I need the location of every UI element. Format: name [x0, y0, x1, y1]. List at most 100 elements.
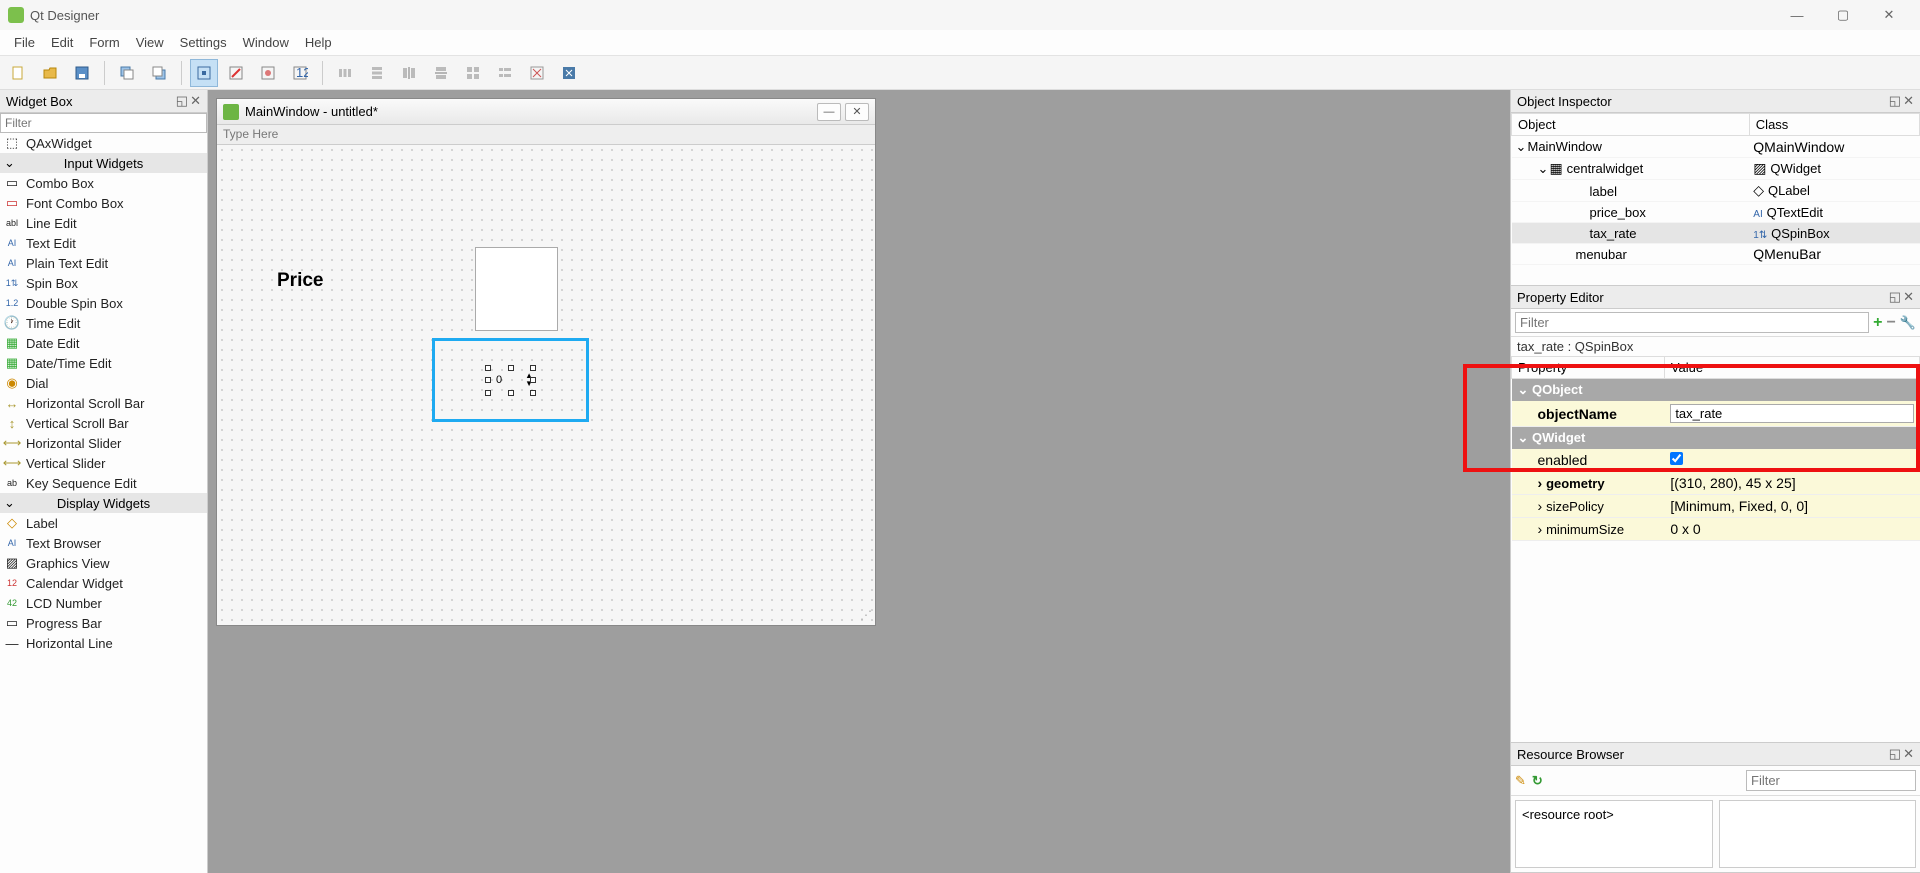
- tax-rate-spinbox[interactable]: 0 ▲▼: [488, 368, 533, 393]
- form-close-button[interactable]: ✕: [845, 103, 869, 121]
- resource-preview[interactable]: [1719, 800, 1917, 868]
- edit-widgets-button[interactable]: [190, 59, 218, 87]
- object-row[interactable]: menubarQMenuBar: [1512, 244, 1920, 265]
- close-button[interactable]: ✕: [1866, 0, 1912, 30]
- property-table[interactable]: PropertyValue ⌄ QObject objectName ⌄ QWi…: [1511, 356, 1920, 541]
- property-row-objectname[interactable]: objectName: [1512, 401, 1920, 427]
- resize-grip-icon[interactable]: ⋰: [860, 608, 872, 622]
- widget-item[interactable]: ◇Label: [0, 513, 207, 533]
- dock-float-icon[interactable]: ◱: [1889, 746, 1901, 762]
- layout-vsplit-button[interactable]: [427, 59, 455, 87]
- widget-category-display[interactable]: ⌄Display Widgets: [0, 493, 207, 513]
- dock-float-icon[interactable]: ◱: [1889, 289, 1901, 305]
- property-row-enabled[interactable]: enabled: [1512, 449, 1920, 472]
- remove-property-icon[interactable]: −: [1886, 314, 1895, 332]
- widget-item[interactable]: ▭Combo Box: [0, 173, 207, 193]
- break-layout-button[interactable]: [523, 59, 551, 87]
- bring-front-button[interactable]: [145, 59, 173, 87]
- adjust-size-button[interactable]: [555, 59, 583, 87]
- widget-item[interactable]: 42LCD Number: [0, 593, 207, 613]
- widget-item[interactable]: ▦Date Edit: [0, 333, 207, 353]
- widget-item[interactable]: 12Calendar Widget: [0, 573, 207, 593]
- widget-item[interactable]: ▦Date/Time Edit: [0, 353, 207, 373]
- maximize-button[interactable]: ▢: [1820, 0, 1866, 30]
- reload-resources-icon[interactable]: ↻: [1532, 773, 1543, 789]
- price-label[interactable]: Price: [277, 270, 323, 292]
- dock-close-icon[interactable]: ✕: [1903, 746, 1914, 762]
- widget-item[interactable]: ▨Graphics View: [0, 553, 207, 573]
- enabled-checkbox[interactable]: [1670, 452, 1683, 465]
- object-row-selected[interactable]: tax_rate1⇅ QSpinBox: [1512, 223, 1920, 244]
- widget-item[interactable]: ◉Dial: [0, 373, 207, 393]
- object-row[interactable]: ⌄MainWindowQMainWindow: [1512, 136, 1920, 158]
- property-row-geometry[interactable]: › geometry[(310, 280), 45 x 25]: [1512, 472, 1920, 495]
- menu-help[interactable]: Help: [297, 35, 340, 50]
- tax-rate-spinbox-selection[interactable]: 0 ▲▼: [432, 338, 589, 422]
- minimize-button[interactable]: —: [1774, 0, 1820, 30]
- layout-vertical-button[interactable]: [363, 59, 391, 87]
- col-class[interactable]: Class: [1749, 114, 1919, 136]
- property-filter[interactable]: [1515, 312, 1869, 333]
- widget-item[interactable]: ↔Horizontal Scroll Bar: [0, 393, 207, 413]
- widget-item[interactable]: —Horizontal Line: [0, 633, 207, 653]
- layout-hsplit-button[interactable]: [395, 59, 423, 87]
- objectname-input[interactable]: [1670, 404, 1913, 423]
- object-row[interactable]: price_boxAI QTextEdit: [1512, 202, 1920, 223]
- layout-horizontal-button[interactable]: [331, 59, 359, 87]
- widget-box-filter[interactable]: [0, 113, 207, 133]
- edit-signals-button[interactable]: [222, 59, 250, 87]
- dock-close-icon[interactable]: ✕: [1903, 289, 1914, 305]
- dock-close-icon[interactable]: ✕: [1903, 93, 1914, 109]
- form-canvas[interactable]: Price 0 ▲▼ ⋰: [217, 145, 875, 625]
- widget-item[interactable]: 1.2Double Spin Box: [0, 293, 207, 313]
- form-minimize-button[interactable]: —: [817, 103, 841, 121]
- save-button[interactable]: [68, 59, 96, 87]
- menu-window[interactable]: Window: [235, 35, 297, 50]
- widget-item[interactable]: ⟷Horizontal Slider: [0, 433, 207, 453]
- widget-category-input[interactable]: ⌄Input Widgets: [0, 153, 207, 173]
- dock-float-icon[interactable]: ◱: [176, 93, 188, 109]
- widget-item[interactable]: ▭Font Combo Box: [0, 193, 207, 213]
- config-property-icon[interactable]: 🔧: [1900, 315, 1916, 331]
- layout-grid-button[interactable]: [459, 59, 487, 87]
- property-group-qobject[interactable]: ⌄ QObject: [1512, 379, 1920, 402]
- dock-close-icon[interactable]: ✕: [190, 93, 201, 109]
- edit-buddies-button[interactable]: [254, 59, 282, 87]
- widget-item[interactable]: 🕐Time Edit: [0, 313, 207, 333]
- resource-filter[interactable]: [1746, 770, 1916, 791]
- object-row[interactable]: label◇ QLabel: [1512, 180, 1920, 202]
- menu-file[interactable]: File: [6, 35, 43, 50]
- dock-float-icon[interactable]: ◱: [1889, 93, 1901, 109]
- layout-form-button[interactable]: [491, 59, 519, 87]
- widget-item[interactable]: 1⇅Spin Box: [0, 273, 207, 293]
- add-property-icon[interactable]: +: [1873, 314, 1882, 332]
- new-form-button[interactable]: [4, 59, 32, 87]
- resource-tree[interactable]: <resource root>: [1515, 800, 1713, 868]
- col-object[interactable]: Object: [1512, 114, 1750, 136]
- property-row-minimumsize[interactable]: › minimumSize0 x 0: [1512, 518, 1920, 541]
- widget-item[interactable]: ↕Vertical Scroll Bar: [0, 413, 207, 433]
- col-property[interactable]: Property: [1512, 357, 1665, 379]
- edit-resources-icon[interactable]: ✎: [1515, 773, 1526, 789]
- object-row[interactable]: ⌄▦ centralwidget▨ QWidget: [1512, 158, 1920, 180]
- form-menubar[interactable]: Type Here: [217, 125, 875, 145]
- send-back-button[interactable]: [113, 59, 141, 87]
- col-value[interactable]: Value: [1664, 357, 1919, 379]
- widget-item[interactable]: ablLine Edit: [0, 213, 207, 233]
- widget-item[interactable]: AIText Edit: [0, 233, 207, 253]
- menu-settings[interactable]: Settings: [172, 35, 235, 50]
- property-row-sizepolicy[interactable]: › sizePolicy[Minimum, Fixed, 0, 0]: [1512, 495, 1920, 518]
- widget-item-qaxwidget[interactable]: ⬚QAxWidget: [0, 133, 207, 153]
- widget-item[interactable]: ▭Progress Bar: [0, 613, 207, 633]
- property-group-qwidget[interactable]: ⌄ QWidget: [1512, 427, 1920, 450]
- widget-item[interactable]: ⟷Vertical Slider: [0, 453, 207, 473]
- widget-item[interactable]: AIText Browser: [0, 533, 207, 553]
- price-box-textedit[interactable]: [475, 247, 558, 331]
- edit-tab-order-button[interactable]: 12: [286, 59, 314, 87]
- form-window[interactable]: MainWindow - untitled* — ✕ Type Here Pri…: [216, 98, 876, 626]
- open-button[interactable]: [36, 59, 64, 87]
- widget-item[interactable]: abKey Sequence Edit: [0, 473, 207, 493]
- menu-form[interactable]: Form: [81, 35, 127, 50]
- object-tree[interactable]: ObjectClass ⌄MainWindowQMainWindow ⌄▦ ce…: [1511, 113, 1920, 265]
- menu-view[interactable]: View: [128, 35, 172, 50]
